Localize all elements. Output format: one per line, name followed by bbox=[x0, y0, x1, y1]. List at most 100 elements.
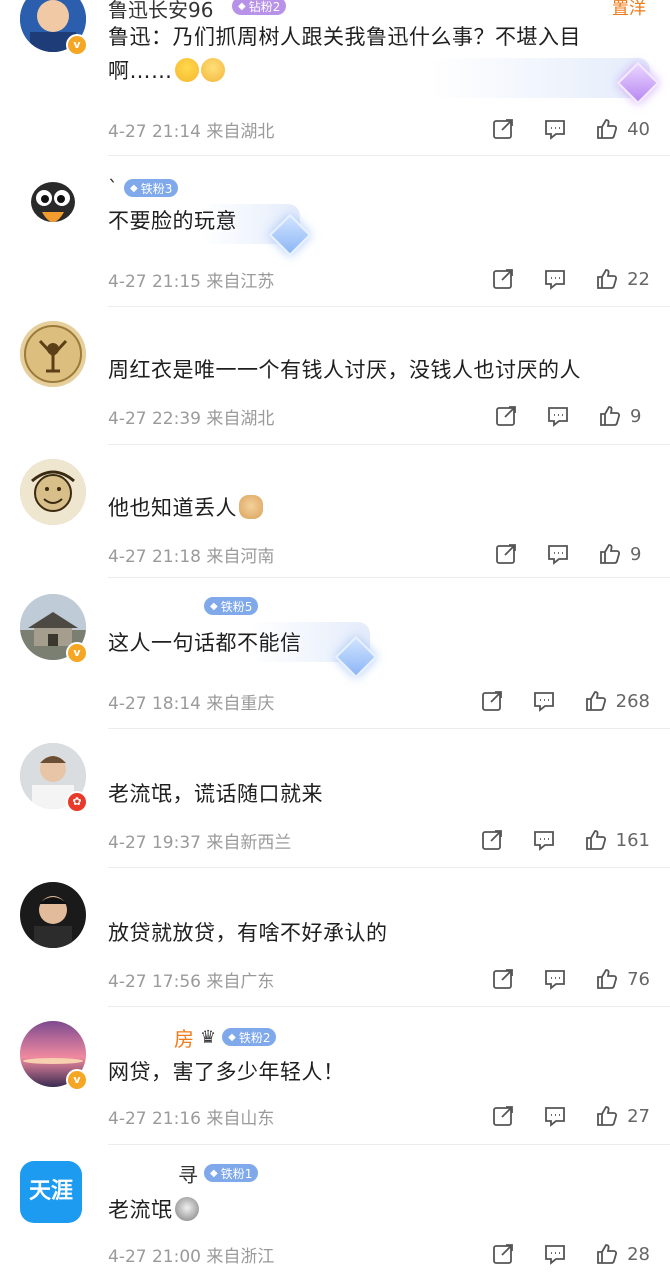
username[interactable]: ˋ bbox=[108, 176, 118, 200]
diamond-icon: ◆ bbox=[238, 0, 246, 12]
comment-button[interactable] bbox=[543, 267, 567, 291]
comment-icon bbox=[545, 120, 565, 140]
action-bar: 268 bbox=[452, 689, 650, 713]
repost-icon bbox=[481, 830, 502, 850]
repost-icon bbox=[481, 691, 502, 711]
fan-badge: ◆ 钻粉2 bbox=[232, 0, 287, 15]
thumbs-up-icon bbox=[597, 1106, 618, 1126]
fan-badge: ◆ 铁粉2 bbox=[222, 1028, 277, 1046]
comment-6: ✿ 老流氓，谎话随口就来 4-27 19:37 来自新西兰 161 bbox=[0, 729, 670, 867]
comment-button[interactable] bbox=[532, 689, 556, 713]
like-button[interactable]: 9 bbox=[598, 542, 650, 566]
action-bar: 27 bbox=[463, 1104, 650, 1128]
comment-button[interactable] bbox=[546, 404, 570, 428]
like-count: 27 bbox=[627, 1105, 650, 1127]
repost-button[interactable] bbox=[491, 267, 515, 291]
comment-button[interactable] bbox=[543, 1242, 567, 1266]
action-bar: 22 bbox=[463, 267, 650, 291]
avatar[interactable] bbox=[20, 459, 86, 525]
repost-button[interactable] bbox=[480, 689, 504, 713]
like-count: 40 bbox=[627, 118, 650, 140]
repost-icon bbox=[493, 119, 513, 139]
diamond-icon: ◆ bbox=[210, 1167, 218, 1179]
repost-button[interactable] bbox=[494, 404, 518, 428]
comment-button[interactable] bbox=[543, 1104, 567, 1128]
like-count: 28 bbox=[627, 1243, 650, 1265]
comment-button[interactable] bbox=[546, 542, 570, 566]
avatar[interactable] bbox=[20, 882, 86, 948]
thumbs-up-icon bbox=[585, 691, 606, 711]
thumbs-up-icon bbox=[597, 1244, 618, 1264]
like-button[interactable]: 9 bbox=[598, 404, 650, 428]
repost-icon bbox=[493, 1106, 513, 1126]
comment-button[interactable] bbox=[532, 828, 556, 852]
repost-button[interactable] bbox=[491, 117, 515, 141]
like-button[interactable]: 268 bbox=[584, 689, 650, 713]
verified-badge-icon: ✿ bbox=[66, 791, 88, 813]
name-row: 房 ♛ ◆ 铁粉2 bbox=[108, 1023, 277, 1052]
action-bar: 161 bbox=[452, 828, 650, 852]
meta-row: 4-27 21:18 来自河南 9 bbox=[108, 541, 650, 567]
like-button[interactable]: 161 bbox=[584, 828, 650, 852]
timestamp-location: 4-27 21:00 来自浙江 bbox=[108, 1246, 275, 1267]
like-count: 76 bbox=[627, 968, 650, 990]
meta-row: 4-27 21:00 来自浙江 28 bbox=[108, 1241, 650, 1267]
like-button[interactable]: 27 bbox=[595, 1104, 650, 1128]
timestamp-location: 4-27 21:15 来自江苏 bbox=[108, 271, 275, 292]
comment-button[interactable] bbox=[543, 117, 567, 141]
action-bar: 40 bbox=[463, 117, 650, 141]
doge-emoji-icon bbox=[239, 495, 263, 519]
fan-badge: ◆ 铁粉1 bbox=[204, 1164, 259, 1182]
timestamp-location: 4-27 19:37 来自新西兰 bbox=[108, 832, 292, 853]
repost-icon bbox=[493, 269, 513, 289]
like-button[interactable]: 40 bbox=[595, 117, 650, 141]
name-row: ˋ ◆ 铁粉3 bbox=[108, 176, 179, 200]
comment-icon bbox=[545, 270, 565, 290]
diamond-icon: ◆ bbox=[228, 1031, 236, 1043]
repost-button[interactable] bbox=[480, 828, 504, 852]
comment-9: 天涯 寻 ◆ 铁粉1 老流氓 4-27 21:00 来自浙江 28 bbox=[0, 1145, 670, 1280]
username[interactable]: 房 bbox=[174, 1023, 194, 1052]
thumbs-up-icon bbox=[585, 830, 606, 850]
crying-emoji-icon bbox=[200, 58, 225, 82]
verified-badge-icon: v bbox=[66, 34, 88, 56]
like-button[interactable]: 76 bbox=[595, 967, 650, 991]
timestamp-location: 4-27 21:18 来自河南 bbox=[108, 546, 275, 567]
repost-icon bbox=[496, 406, 516, 426]
action-bar: 76 bbox=[463, 967, 650, 991]
fan-badge: ◆ 铁粉5 bbox=[204, 597, 259, 615]
username[interactable]: 寻 bbox=[178, 1159, 198, 1188]
like-button[interactable]: 28 bbox=[595, 1242, 650, 1266]
top-right-label: 置洋 bbox=[612, 0, 646, 19]
avatar[interactable] bbox=[20, 172, 86, 238]
repost-button[interactable] bbox=[491, 1242, 515, 1266]
meta-row: 4-27 18:14 来自重庆 268 bbox=[108, 688, 650, 714]
action-bar: 9 bbox=[466, 542, 650, 566]
repost-button[interactable] bbox=[494, 542, 518, 566]
like-count: 22 bbox=[627, 268, 650, 290]
action-bar: 28 bbox=[463, 1242, 650, 1266]
like-count: 9 bbox=[630, 405, 642, 427]
comment-icon bbox=[548, 545, 568, 565]
comment-1: v 鲁迅长安96 ◆ 钻粉2 置洋 鲁迅：乃们抓周树人跟关我鲁迅什么事？不堪入目啊… bbox=[0, 0, 670, 155]
repost-button[interactable] bbox=[491, 1104, 515, 1128]
repost-icon bbox=[496, 544, 516, 564]
comment-3: 周红衣是唯一一个有钱人讨厌，没钱人也讨厌的人 4-27 22:39 来自湖北 9 bbox=[0, 307, 670, 444]
comment-icon bbox=[545, 1245, 565, 1265]
diamond-icon: ◆ bbox=[130, 182, 138, 194]
diamond-icon: ◆ bbox=[210, 600, 218, 612]
comment-text: 鲁迅：乃们抓周树人跟关我鲁迅什么事？不堪入目啊…… bbox=[108, 25, 581, 83]
crown-icon: ♛ bbox=[200, 1026, 217, 1048]
timestamp-location: 4-27 17:56 来自广东 bbox=[108, 971, 275, 992]
avatar[interactable]: 天涯 bbox=[20, 1161, 82, 1223]
timestamp-location: 4-27 21:16 来自山东 bbox=[108, 1108, 275, 1129]
comment-button[interactable] bbox=[543, 967, 567, 991]
avatar[interactable] bbox=[20, 321, 86, 387]
comment-icon bbox=[545, 970, 565, 990]
repost-button[interactable] bbox=[491, 967, 515, 991]
like-button[interactable]: 22 bbox=[595, 267, 650, 291]
meta-row: 4-27 21:16 来自山东 27 bbox=[108, 1103, 650, 1129]
repost-icon bbox=[493, 969, 513, 989]
like-count: 268 bbox=[615, 690, 650, 712]
meta-row: 4-27 19:37 来自新西兰 161 bbox=[108, 827, 650, 853]
